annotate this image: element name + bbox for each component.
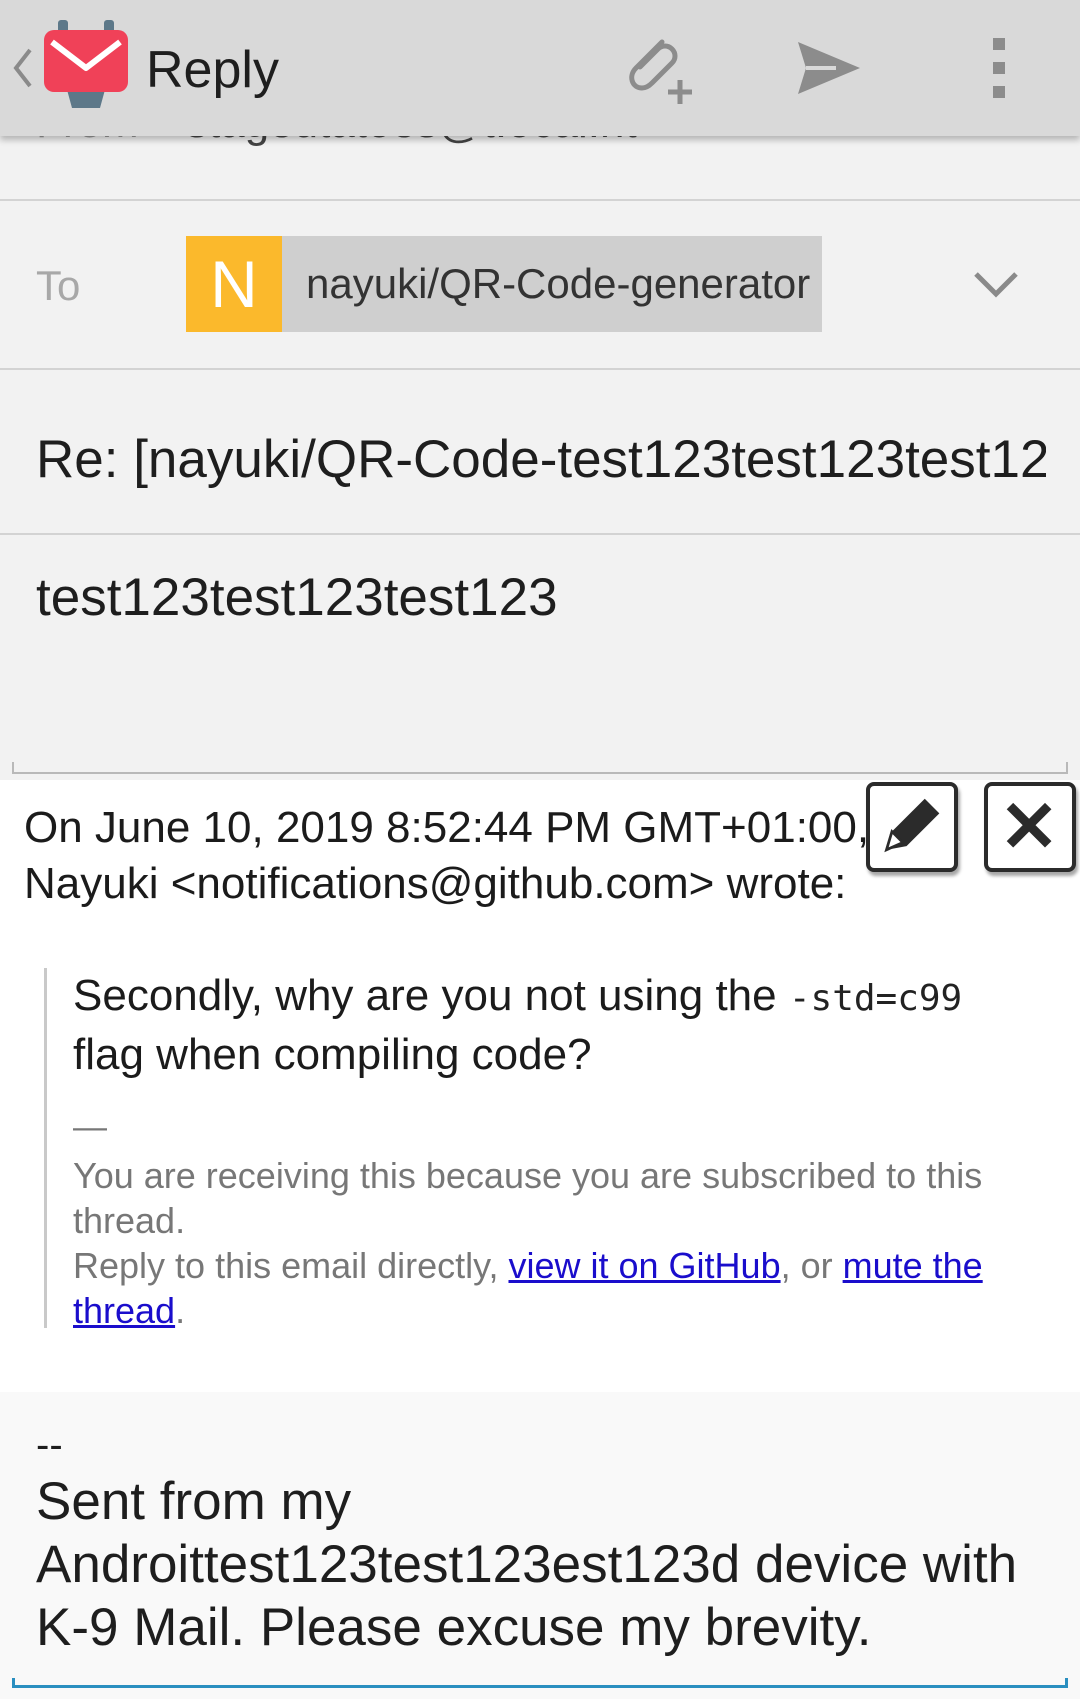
signature-focus-underline: [12, 1678, 1068, 1688]
message-body-field[interactable]: test123test123test123: [36, 566, 1046, 630]
quoted-message: On June 10, 2019 8:52:44 PM GMT+01:00, N…: [0, 780, 1080, 1392]
subscription-note: You are receiving this because you are s…: [73, 1153, 1054, 1333]
send-icon[interactable]: [788, 28, 868, 108]
page-title: Reply: [146, 41, 279, 99]
divider: [0, 199, 1080, 201]
reply-suffix: .: [175, 1290, 186, 1331]
signature-text[interactable]: Sent from my Androittest123test123est123…: [36, 1470, 1056, 1659]
remove-quote-button[interactable]: [984, 782, 1076, 872]
separator-dash: —: [73, 1108, 107, 1146]
recipient-chip[interactable]: N nayuki/QR-Code-generator: [186, 236, 822, 332]
quote-code: -std=c99: [788, 978, 963, 1019]
divider: [0, 533, 1080, 535]
quote-header-line1: On June 10, 2019 8:52:44 PM GMT+01:00,: [24, 803, 870, 852]
recipient-avatar: N: [186, 236, 282, 332]
reply-prefix: Reply to this email directly,: [73, 1245, 509, 1286]
divider: [0, 368, 1080, 370]
signature-field[interactable]: -- Sent from my Androittest123test123est…: [0, 1392, 1080, 1699]
signature-separator: --: [36, 1423, 63, 1467]
overflow-menu-icon[interactable]: [958, 28, 1038, 108]
view-on-github-link[interactable]: view it on GitHub: [508, 1245, 780, 1286]
quote-text: Secondly, why are you not using the: [73, 971, 789, 1020]
quote-text-cont: flag when compiling code?: [73, 1030, 592, 1079]
close-icon: [1006, 802, 1052, 848]
subscription-note-text: You are receiving this because you are s…: [73, 1155, 983, 1241]
quote-header-line2: Nayuki <notifications@github.com> wrote:: [24, 859, 847, 908]
chevron-left-icon[interactable]: [10, 44, 36, 92]
blockquote: Secondly, why are you not using the -std…: [44, 968, 1054, 1331]
message-field-underline: [12, 762, 1068, 774]
paperclip-plus-icon[interactable]: [618, 28, 698, 108]
to-label: To: [36, 262, 81, 309]
chevron-down-icon[interactable]: [970, 266, 1022, 302]
reply-middle: , or: [780, 1245, 843, 1286]
k9-mail-logo[interactable]: [44, 20, 128, 112]
recipient-name: nayuki/QR-Code-generator: [306, 260, 811, 307]
pencil-icon: [884, 798, 940, 853]
quote-body: Secondly, why are you not using the -std…: [73, 968, 1054, 1083]
quote-header: On June 10, 2019 8:52:44 PM GMT+01:00, N…: [24, 800, 944, 912]
edit-quote-button[interactable]: [866, 782, 958, 872]
action-bar: Reply: [0, 0, 1080, 136]
subject-field[interactable]: Re: [nayuki/QR-Code-test123test123test12: [36, 428, 1046, 492]
